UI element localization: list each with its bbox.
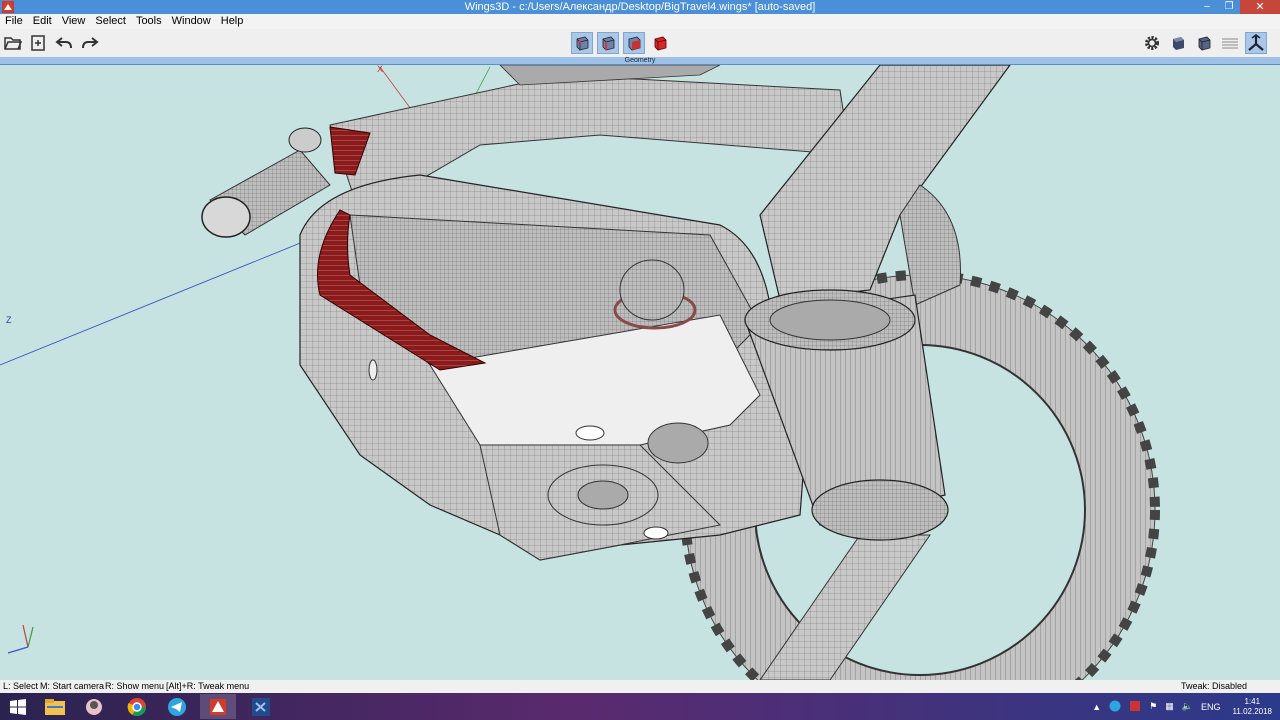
open-folder-icon[interactable] xyxy=(2,32,24,54)
tray-expand-icon[interactable]: ▲ xyxy=(1092,702,1101,712)
app-icon[interactable] xyxy=(76,694,112,719)
clock-date: 11.02.2018 xyxy=(1232,706,1272,716)
axis-z-label: Z xyxy=(6,315,12,325)
telegram-icon[interactable] xyxy=(159,694,195,719)
axis-x-label: X xyxy=(377,65,384,74)
status-hint-menu: R: Show menu xyxy=(105,681,165,691)
bolt-hole xyxy=(647,422,709,464)
file-explorer-icon[interactable] xyxy=(37,694,73,719)
face-mode-icon[interactable] xyxy=(623,32,645,54)
axis-gizmo xyxy=(7,624,34,654)
save-icon[interactable] xyxy=(27,32,49,54)
menu-tools[interactable]: Tools xyxy=(131,14,167,29)
window-title: Wings3D - c:/Users/Александр/Desktop/Big… xyxy=(464,1,816,13)
menu-edit[interactable]: Edit xyxy=(28,14,57,29)
chrome-icon[interactable] xyxy=(119,694,155,719)
menu-bar: File Edit View Select Tools Window Help xyxy=(0,14,1280,29)
toolbar xyxy=(0,29,1280,57)
status-hint-camera: M: Start camera xyxy=(40,681,105,691)
restore-button[interactable]: ❐ xyxy=(1218,0,1240,14)
tray-network-icon[interactable]: ▦ xyxy=(1165,701,1174,712)
close-button[interactable]: ✕ xyxy=(1240,0,1280,14)
smooth-shaded-icon[interactable] xyxy=(1167,32,1189,54)
menu-file[interactable]: File xyxy=(0,14,28,29)
wings3d-window: Wings3D - c:/Users/Александр/Desktop/Big… xyxy=(0,0,1280,720)
undo-icon[interactable] xyxy=(53,32,75,54)
redo-icon[interactable] xyxy=(79,32,101,54)
object-mode-icon[interactable] xyxy=(649,32,671,54)
menu-view[interactable]: View xyxy=(57,14,91,29)
language-indicator[interactable]: ENG xyxy=(1201,702,1221,712)
edge-mode-icon[interactable] xyxy=(597,32,619,54)
menu-window[interactable]: Window xyxy=(167,14,216,29)
tray-telegram-icon[interactable] xyxy=(1109,700,1121,714)
geometry-viewport[interactable]: Z X xyxy=(0,65,1280,680)
wireframe-icon[interactable] xyxy=(1219,32,1241,54)
status-hint-tweak-menu: [Alt]+R: Tweak menu xyxy=(166,681,250,691)
pedal-knob xyxy=(619,259,685,321)
tray-app-icon[interactable] xyxy=(1129,700,1141,714)
vertex-mode-icon[interactable] xyxy=(571,32,593,54)
status-bar: L: Select M: Start camera R: Show menu [… xyxy=(0,680,1280,693)
geometry-window-label: Geometry xyxy=(0,57,1280,65)
tweak-status: Tweak: Disabled xyxy=(1181,681,1248,691)
tray-flag-icon[interactable]: ⚑ xyxy=(1149,701,1157,712)
title-bar: Wings3D - c:/Users/Александр/Desktop/Big… xyxy=(0,0,1280,14)
minimize-button[interactable]: – xyxy=(1196,0,1218,14)
clock-time: 1:41 xyxy=(1244,696,1261,706)
wings3d-icon[interactable] xyxy=(200,694,236,719)
status-hint-select: L: Select xyxy=(3,681,39,691)
system-tray: ▲ ⚑ ▦ 🔈 ENG 1:41 11.02.2018 xyxy=(1088,693,1280,720)
visual-studio-icon[interactable] xyxy=(243,694,279,719)
windows-taskbar: ▲ ⚑ ▦ 🔈 ENG 1:41 11.02.2018 xyxy=(0,693,1280,720)
clock[interactable]: 1:41 11.02.2018 xyxy=(1233,697,1272,717)
tray-volume-icon[interactable]: 🔈 xyxy=(1182,701,1193,712)
perspective-icon[interactable] xyxy=(1245,32,1267,54)
windows-start-icon[interactable] xyxy=(0,694,36,719)
gear-icon[interactable] xyxy=(1141,32,1163,54)
menu-select[interactable]: Select xyxy=(90,14,131,29)
model-render xyxy=(0,65,1160,680)
pedal-body xyxy=(299,126,811,561)
flat-shaded-icon[interactable] xyxy=(1193,32,1215,54)
menu-help[interactable]: Help xyxy=(216,14,249,29)
z-axis-line xyxy=(0,234,321,366)
